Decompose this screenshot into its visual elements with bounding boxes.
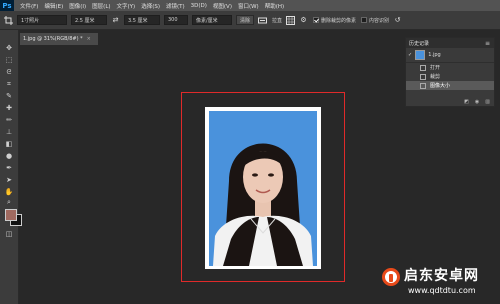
foreground-color-swatch[interactable] — [5, 209, 17, 221]
delete-cropped-label: 删除裁剪的像素 — [321, 17, 357, 24]
path-select-tool-icon[interactable]: ➤ — [3, 176, 15, 185]
menu-file[interactable]: 文件(F) — [20, 2, 38, 10]
history-item-open[interactable]: 打开 — [406, 63, 494, 72]
swap-icon[interactable]: ⇄ — [111, 16, 120, 25]
preset-select[interactable]: 1寸照片 — [17, 15, 67, 25]
content-aware-option[interactable]: 内容识别 — [361, 17, 389, 24]
snapshot-thumbnail — [415, 50, 426, 60]
tools-panel: ✥ ⬚ ᘓ ⌗ ✎ ✚ ✏ ⊥ ◧ ● ✒ ➤ ✋ ⌕ ◫ — [0, 30, 22, 304]
open-document-icon — [420, 64, 426, 71]
healing-tool-icon[interactable]: ✚ — [3, 104, 15, 113]
height-field[interactable]: 3.5 厘米 — [124, 15, 160, 25]
zoom-tool-icon[interactable]: ⌕ — [3, 198, 15, 207]
reset-icon[interactable]: ↺ — [393, 16, 402, 25]
history-panel: 历史记录 ≡ ✓ 1.jpg 打开 裁剪 图像大小 ◩ ◉ ▥ — [405, 37, 495, 107]
document-tab-title: 1.jpg @ 31%(RGB/8#) * — [23, 36, 83, 42]
marquee-tool-icon[interactable]: ⬚ — [3, 56, 15, 65]
menu-bar: Ps 文件(F) 编辑(E) 图像(I) 图层(L) 文字(Y) 选择(S) 滤… — [0, 0, 500, 11]
resolution-field[interactable]: 300 — [164, 15, 188, 25]
photoshop-logo: Ps — [0, 0, 14, 11]
history-item-label: 打开 — [430, 65, 441, 71]
camera-icon[interactable]: ◉ — [475, 99, 479, 105]
unit-select[interactable]: 像素/厘米 — [192, 15, 232, 25]
new-document-from-state-icon[interactable]: ◩ — [464, 99, 469, 105]
straighten-icon[interactable] — [258, 16, 268, 25]
image-size-step-icon — [420, 82, 426, 89]
brush-source-icon[interactable]: ✓ — [408, 52, 412, 58]
eyedropper-tool-icon[interactable]: ✎ — [3, 92, 15, 101]
crop-tool-icon[interactable]: ⌗ — [3, 80, 15, 89]
eraser-tool-icon[interactable]: ◧ — [3, 140, 15, 149]
panel-menu-icon[interactable]: ≡ — [485, 40, 490, 47]
content-aware-checkbox[interactable] — [361, 17, 368, 23]
options-bar: 1寸照片 2.5 厘米 ⇄ 3.5 厘米 300 像素/厘米 清除 拉直 ⚙ 删… — [0, 11, 500, 30]
watermark-logo — [382, 268, 400, 286]
content-aware-label: 内容识别 — [369, 17, 390, 24]
history-snapshot[interactable]: ✓ 1.jpg — [406, 48, 494, 63]
document-tab[interactable]: 1.jpg @ 31%(RGB/8#) * × — [20, 33, 98, 45]
portrait-illustration — [213, 143, 313, 266]
crop-step-icon — [420, 73, 426, 80]
menu-window[interactable]: 窗口(W) — [238, 2, 259, 10]
width-field[interactable]: 2.5 厘米 — [71, 15, 107, 25]
brush-tool-icon[interactable]: ✏ — [3, 116, 15, 125]
history-item-label: 裁剪 — [430, 74, 441, 80]
dodge-tool-icon[interactable]: ● — [3, 152, 15, 161]
menu-help[interactable]: 帮助(H) — [265, 2, 284, 10]
menu-view[interactable]: 视图(V) — [213, 2, 232, 10]
menu-layer[interactable]: 图层(L) — [92, 2, 110, 10]
history-item-image-size[interactable]: 图像大小 — [406, 81, 494, 90]
stamp-tool-icon[interactable]: ⊥ — [3, 128, 15, 137]
quick-mask-icon[interactable]: ◫ — [3, 230, 15, 239]
straighten-label: 拉直 — [272, 17, 283, 24]
hand-tool-icon[interactable]: ✋ — [3, 188, 15, 197]
trash-icon[interactable]: ▥ — [485, 99, 490, 105]
menu-type[interactable]: 文字(Y) — [117, 2, 136, 10]
history-item-crop[interactable]: 裁剪 — [406, 72, 494, 81]
menu-select[interactable]: 选择(S) — [141, 2, 160, 10]
gear-icon[interactable]: ⚙ — [299, 16, 308, 25]
id-photo — [209, 111, 317, 266]
lasso-tool-icon[interactable]: ᘓ — [3, 68, 15, 77]
grid-overlay-icon[interactable] — [286, 15, 296, 25]
clear-button[interactable]: 清除 — [236, 15, 255, 25]
close-tab-icon[interactable]: × — [87, 36, 91, 42]
watermark-name: 启东安卓网 — [404, 268, 479, 284]
menu-filter[interactable]: 滤镜(T) — [166, 2, 185, 10]
delete-cropped-checkbox[interactable] — [313, 17, 320, 23]
menu-edit[interactable]: 编辑(E) — [44, 2, 63, 10]
menu-3d[interactable]: 3D(D) — [191, 3, 207, 9]
history-item-label: 图像大小 — [430, 83, 451, 89]
pen-tool-icon[interactable]: ✒ — [3, 164, 15, 173]
crop-icon[interactable] — [4, 15, 13, 25]
menu-image[interactable]: 图像(I) — [69, 2, 86, 10]
history-panel-footer: ◩ ◉ ▥ — [406, 98, 494, 106]
snapshot-label: 1.jpg — [428, 52, 441, 58]
delete-cropped-option[interactable]: 删除裁剪的像素 — [313, 17, 356, 24]
history-panel-header: 历史记录 ≡ — [406, 38, 494, 48]
history-panel-title[interactable]: 历史记录 — [409, 40, 429, 47]
move-tool-icon[interactable]: ✥ — [3, 44, 15, 53]
watermark-url: www.qdtdtu.com — [408, 286, 476, 295]
